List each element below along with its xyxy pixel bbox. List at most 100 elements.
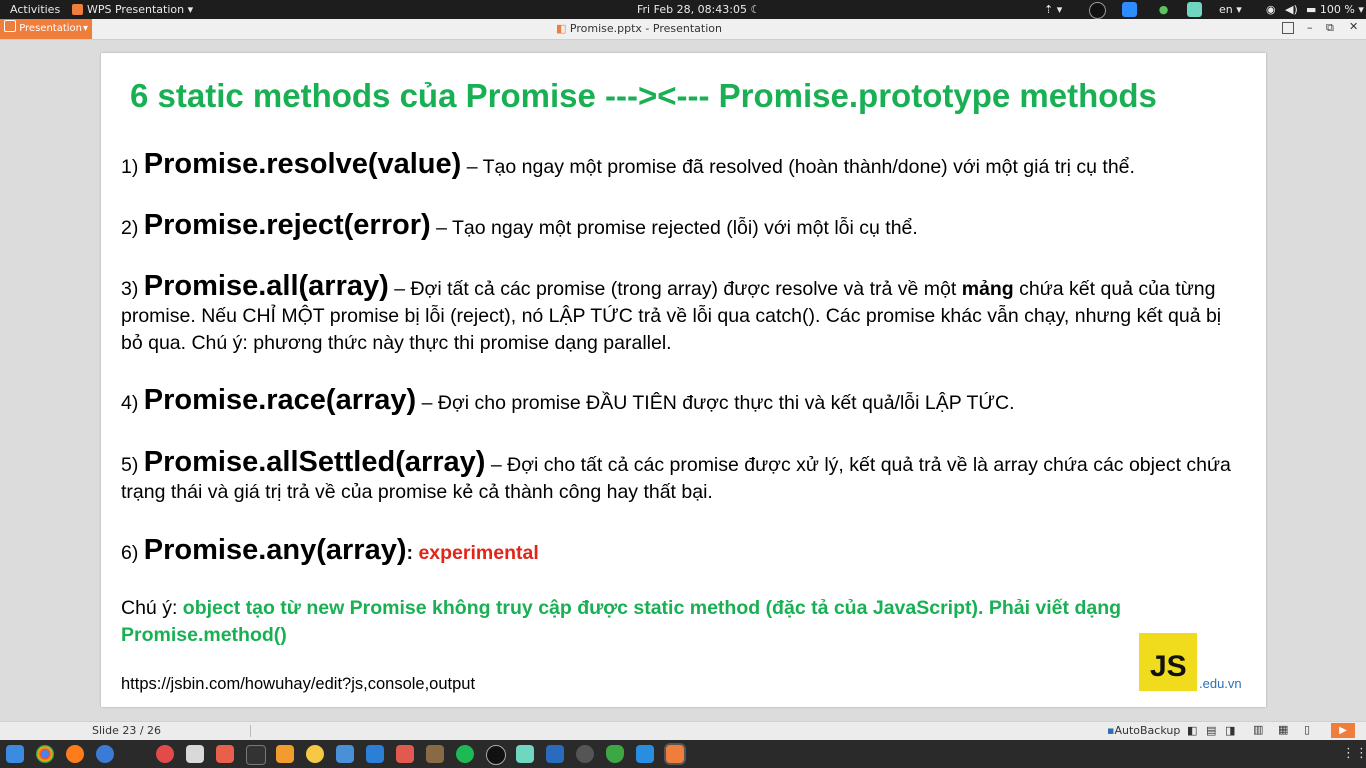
slide-sorter-icon[interactable]: ▦: [1278, 723, 1288, 736]
app-tray-icon[interactable]: [1187, 2, 1202, 17]
calendar-icon[interactable]: [546, 745, 564, 763]
method-name: Promise.all(array): [143, 270, 389, 302]
chevron-down-icon: ▾: [187, 3, 194, 16]
play-slideshow-icon[interactable]: ▶: [1331, 723, 1355, 738]
method-number: 4): [121, 392, 139, 414]
document-title-label: Promise.pptx - Presentation: [569, 22, 722, 35]
battery-label: 100 %: [1319, 3, 1355, 16]
method-description-emphasis: mảng: [961, 278, 1014, 300]
wps-logo-icon: [4, 20, 16, 32]
autobackup-label: AutoBackup: [1114, 724, 1181, 737]
app-tab[interactable]: Presentation ▾: [0, 19, 92, 39]
vscode-icon[interactable]: [636, 745, 654, 763]
status-bar: Slide 23 / 26 ▪AutoBackup ◧ ▤ ◨ ▥ ▦ ▯ ▶: [0, 721, 1366, 740]
sublime-icon[interactable]: [276, 745, 294, 763]
gallery-icon[interactable]: [516, 745, 534, 763]
experimental-tag: experimental: [418, 542, 539, 564]
method-number: 3): [121, 278, 139, 300]
method-description: – Đợi cho promise ĐẦU TIÊN được thực thi…: [421, 392, 1015, 414]
obs-icon[interactable]: [486, 745, 506, 765]
wps-app-icon: [72, 4, 83, 15]
language-menu[interactable]: en ▾: [1219, 0, 1242, 19]
method-item-reject: 2) Promise.reject(error) – Tạo ngay một …: [121, 209, 1236, 242]
clock-icon[interactable]: [306, 745, 324, 763]
language-label: en: [1219, 3, 1233, 16]
wifi-icon[interactable]: ◉: [1266, 0, 1276, 19]
pdf-icon[interactable]: [396, 745, 414, 763]
method-item-resolve: 1) Promise.resolve(value) – Tạo ngay một…: [121, 148, 1236, 181]
method-item-any: 6) Promise.any(array): experimental: [121, 534, 1236, 567]
network-tray-icon[interactable]: ●: [1156, 2, 1171, 17]
reading-view-icon[interactable]: ▯: [1304, 723, 1310, 736]
taskbar: ⋮⋮: [0, 740, 1366, 768]
battery-icon: ▬: [1306, 3, 1317, 16]
slide-title: 6 static methods của Promise ---><--- Pr…: [130, 77, 1157, 115]
method-item-race: 4) Promise.race(array) – Đợi cho promise…: [121, 384, 1236, 417]
obs-tray-icon[interactable]: [1089, 2, 1106, 19]
method-description-part-1: – Đợi tất cả các promise (trong array) đ…: [394, 278, 957, 300]
method-item-all: 3) Promise.all(array) – Đợi tất cả các p…: [121, 270, 1236, 357]
slide-title-part-1: 6 static methods của Promise --->: [130, 77, 658, 114]
files-icon[interactable]: [336, 745, 354, 763]
slide-title-part-2: <--- Promise.prototype methods: [657, 77, 1157, 114]
method-description: – Tạo ngay một promise rejected (lỗi) vớ…: [436, 217, 918, 239]
method-colon: :: [406, 542, 414, 564]
writer-icon[interactable]: [366, 745, 384, 763]
battery-indicator[interactable]: ▬ 100 % ▾: [1306, 0, 1364, 19]
next-slide-icon[interactable]: ◨: [1225, 724, 1235, 737]
note-label: Chú ý:: [121, 597, 178, 619]
prev-slide-icon[interactable]: ◧: [1187, 724, 1197, 737]
fullscreen-icon[interactable]: [1282, 22, 1294, 34]
terminal-icon[interactable]: [246, 745, 266, 765]
close-button[interactable]: ✕: [1349, 20, 1358, 33]
app-menu[interactable]: WPS Presentation ▾: [72, 0, 193, 19]
show-apps-icon[interactable]: [6, 745, 24, 763]
autobackup-button[interactable]: ▪AutoBackup: [1107, 724, 1180, 737]
inkscape-icon[interactable]: [576, 745, 594, 763]
document-title: ◧ Promise.pptx - Presentation: [556, 19, 722, 39]
volume-icon[interactable]: ◀): [1285, 0, 1298, 19]
jsbin-link[interactable]: https://jsbin.com/howuhay/edit?js,consol…: [121, 675, 475, 694]
wps-presentation-icon[interactable]: [666, 745, 684, 763]
pin-icon[interactable]: ⇡ ▾: [1044, 0, 1062, 19]
app-menu-label: WPS Presentation: [87, 3, 185, 16]
app-grid-icon[interactable]: ⋮⋮: [1342, 746, 1366, 761]
screenshot-icon[interactable]: [216, 745, 234, 763]
method-name: Promise.allSettled(array): [143, 446, 486, 478]
activities-button[interactable]: Activities: [10, 0, 60, 19]
method-number: 5): [121, 454, 139, 476]
method-name: Promise.race(array): [143, 384, 417, 416]
spotify-icon[interactable]: [456, 745, 474, 763]
top-bar: Activities WPS Presentation ▾ Fri Feb 28…: [0, 0, 1366, 19]
package-icon[interactable]: [426, 745, 444, 763]
method-name: Promise.any(array): [143, 534, 407, 566]
slide[interactable]: 6 static methods của Promise ---><--- Pr…: [101, 53, 1266, 707]
slide-counter: Slide 23 / 26: [92, 724, 162, 737]
chrome-icon[interactable]: [36, 745, 54, 763]
method-number: 1): [121, 156, 139, 178]
restore-button[interactable]: ⧉: [1326, 21, 1334, 35]
notes-icon[interactable]: ▤: [1206, 724, 1216, 737]
normal-view-icon[interactable]: ▥: [1253, 723, 1263, 736]
shield-icon[interactable]: [606, 745, 624, 763]
method-number: 2): [121, 217, 139, 239]
clock[interactable]: Fri Feb 28, 08:43:05 ☾: [637, 0, 760, 19]
minimize-button[interactable]: –: [1307, 21, 1313, 34]
window-title-bar: Presentation ▾ ◧ Promise.pptx - Presenta…: [0, 19, 1366, 40]
method-description: – Tạo ngay một promise đã resolved (hoàn…: [466, 156, 1135, 178]
archive-icon[interactable]: [186, 745, 204, 763]
method-name: Promise.resolve(value): [143, 148, 462, 180]
document-icon: ◧: [556, 22, 567, 35]
thunderbird-icon[interactable]: [96, 745, 114, 763]
app-tab-label: Presentation: [19, 23, 82, 34]
clock-label: Fri Feb 28, 08:43:05: [637, 3, 747, 16]
music-icon[interactable]: [156, 745, 174, 763]
js-logo-text: JS: [1150, 650, 1187, 683]
zoom-tray-icon[interactable]: [1122, 2, 1137, 17]
firefox-icon[interactable]: [66, 745, 84, 763]
method-item-allsettled: 5) Promise.allSettled(array) – Đợi cho t…: [121, 446, 1236, 506]
method-number: 6): [121, 542, 139, 564]
alarm-icon: ☾: [750, 3, 761, 16]
note: Chú ý: object tạo từ new Promise không t…: [121, 595, 1246, 649]
method-name: Promise.reject(error): [143, 209, 431, 241]
